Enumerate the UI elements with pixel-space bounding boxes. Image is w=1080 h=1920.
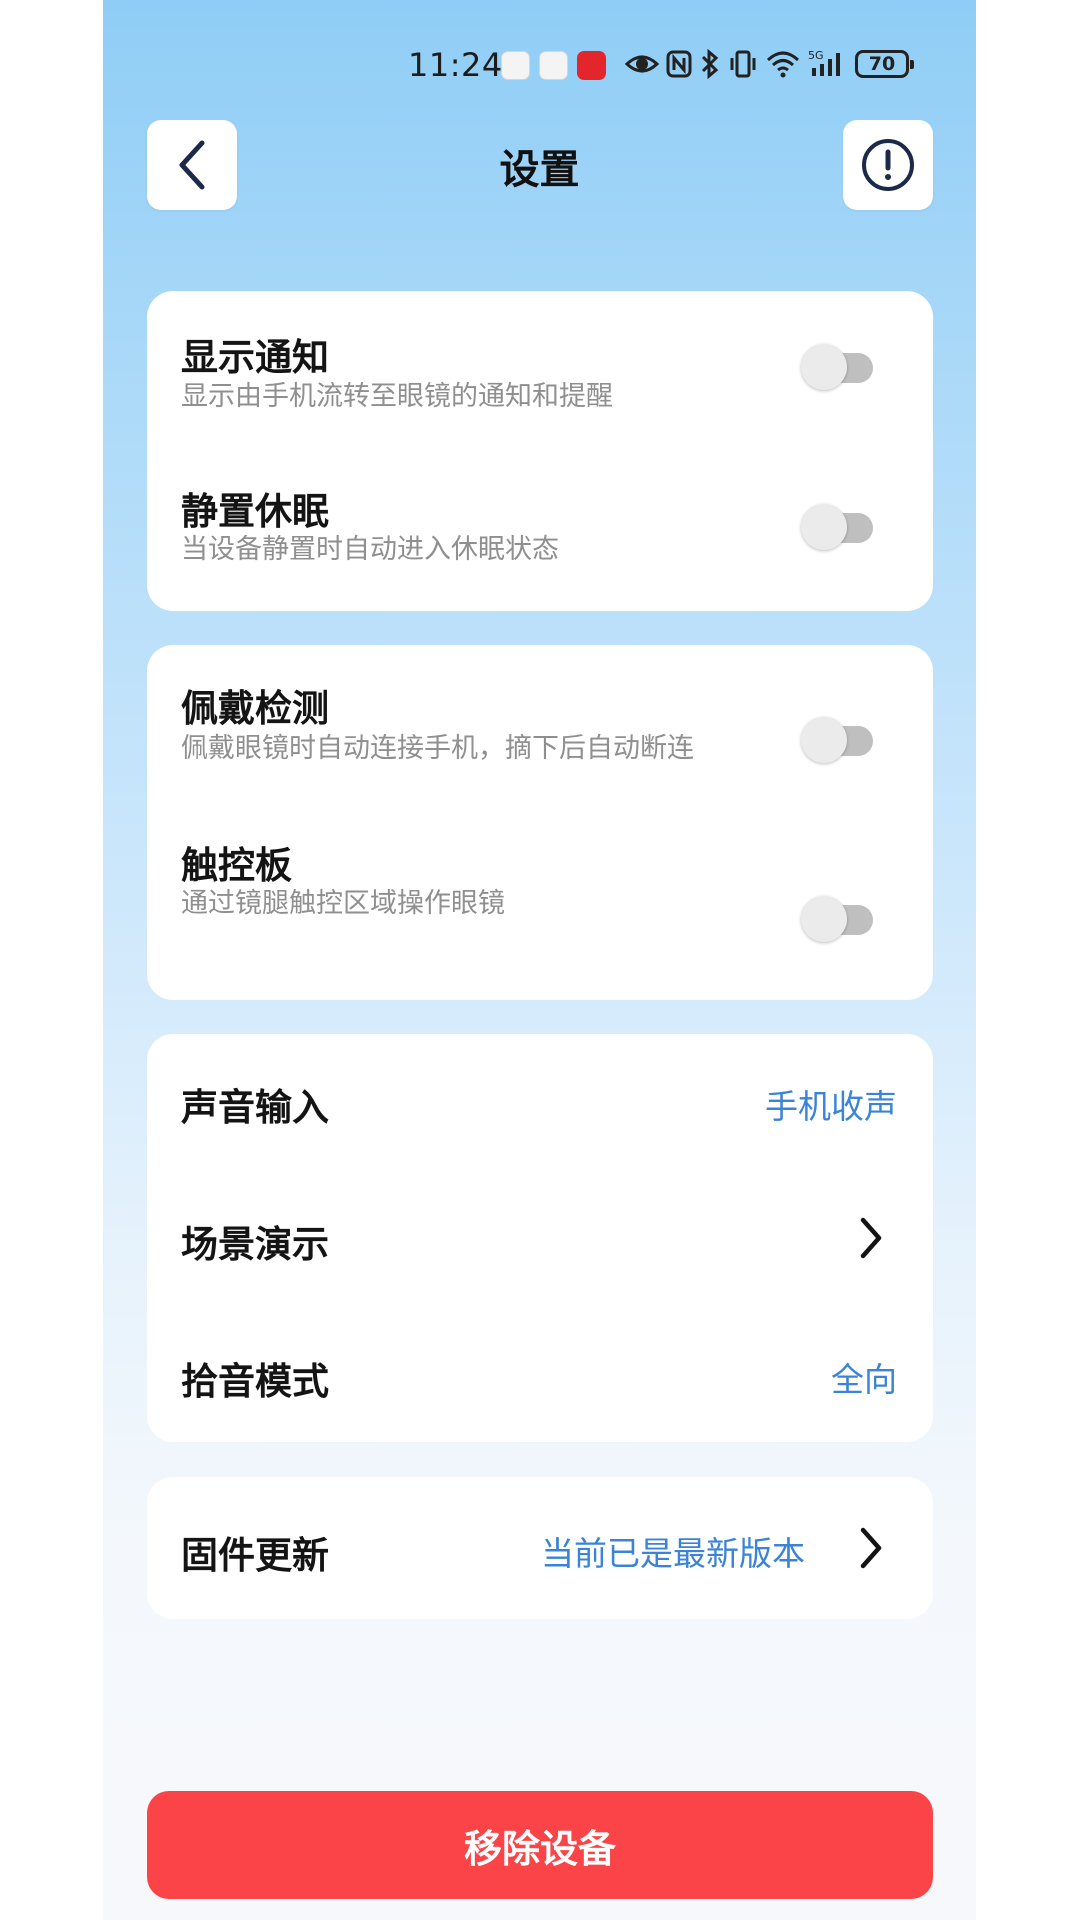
touchpad-subtitle: 通过镜腿触控区域操作眼镜 — [181, 888, 505, 919]
settings-screen: 11:24 5G 70 设置 显示通知 显示由手机流转至眼镜的通知和提醒 静置休… — [103, 0, 976, 1920]
wear-detection-toggle[interactable] — [801, 717, 874, 763]
show-notifications-toggle[interactable] — [801, 344, 874, 390]
status-bar: 11:24 5G 70 — [103, 40, 976, 90]
touchpad-title: 触控板 — [181, 844, 292, 887]
firmware-card: 固件更新 当前已是最新版本 — [147, 1477, 933, 1619]
audio-app-icon — [577, 51, 606, 80]
toggle-knob — [801, 896, 847, 942]
firmware-update-row[interactable]: 固件更新 当前已是最新版本 — [147, 1477, 933, 1619]
touchpad-toggle[interactable] — [801, 896, 874, 942]
show-notifications-title: 显示通知 — [181, 336, 329, 379]
vibrate-icon — [730, 50, 756, 78]
nfc-icon — [666, 50, 692, 78]
wear-detection-row: 佩戴检测 佩戴眼镜时自动连接手机，摘下后自动断连 — [147, 645, 933, 830]
firmware-update-value: 当前已是最新版本 — [541, 1534, 805, 1573]
toggle-knob — [801, 504, 847, 550]
eye-icon — [625, 55, 659, 73]
notification-settings-card: 显示通知 显示由手机流转至眼镜的通知和提醒 静置休眠 当设备静置时自动进入休眠状… — [147, 291, 933, 611]
pickup-mode-row[interactable]: 拾音模式 全向 — [147, 1308, 933, 1442]
sound-input-value: 手机收声 — [765, 1087, 897, 1126]
chevron-right-icon — [860, 1217, 882, 1259]
system-icons: 5G 70 — [625, 46, 914, 82]
sound-input-title: 声音输入 — [181, 1086, 329, 1129]
toggle-knob — [801, 344, 847, 390]
chevron-right-icon — [860, 1527, 882, 1569]
notification-icons — [501, 51, 606, 80]
static-sleep-subtitle: 当设备静置时自动进入休眠状态 — [181, 534, 559, 565]
remove-device-button[interactable]: 移除设备 — [147, 1791, 933, 1899]
huawei-appgallery-icon — [539, 51, 568, 80]
svg-text:5G: 5G — [808, 49, 824, 62]
scene-demo-title: 场景演示 — [181, 1223, 329, 1266]
sound-input-row[interactable]: 声音输入 手机收声 — [147, 1034, 933, 1170]
wifi-icon — [766, 51, 800, 78]
huawei-appgallery-icon — [501, 51, 530, 80]
static-sleep-title: 静置休眠 — [181, 490, 329, 533]
status-time: 11:24 — [408, 46, 503, 84]
static-sleep-row: 静置休眠 当设备静置时自动进入休眠状态 — [147, 451, 933, 611]
battery-icon: 70 — [855, 50, 914, 78]
touchpad-row: 触控板 通过镜腿触控区域操作眼镜 — [147, 830, 933, 1000]
pickup-mode-value: 全向 — [831, 1360, 897, 1399]
toggle-knob — [801, 717, 847, 763]
wear-detection-title: 佩戴检测 — [181, 687, 329, 730]
scene-demo-row[interactable]: 场景演示 — [147, 1170, 933, 1308]
static-sleep-toggle[interactable] — [801, 504, 874, 550]
firmware-update-title: 固件更新 — [181, 1534, 329, 1577]
audio-settings-card: 声音输入 手机收声 场景演示 拾音模式 全向 — [147, 1034, 933, 1442]
wear-detection-subtitle: 佩戴眼镜时自动连接手机，摘下后自动断连 — [181, 733, 694, 764]
bluetooth-icon — [701, 48, 719, 80]
show-notifications-subtitle: 显示由手机流转至眼镜的通知和提醒 — [181, 381, 613, 412]
pickup-mode-title: 拾音模式 — [181, 1360, 329, 1403]
info-button[interactable] — [843, 120, 933, 210]
5g-signal-icon: 5G — [808, 49, 840, 76]
show-notifications-row: 显示通知 显示由手机流转至眼镜的通知和提醒 — [147, 291, 933, 451]
wear-settings-card: 佩戴检测 佩戴眼镜时自动连接手机，摘下后自动断连 触控板 通过镜腿触控区域操作眼… — [147, 645, 933, 1000]
exclamation-circle-icon — [862, 139, 914, 191]
